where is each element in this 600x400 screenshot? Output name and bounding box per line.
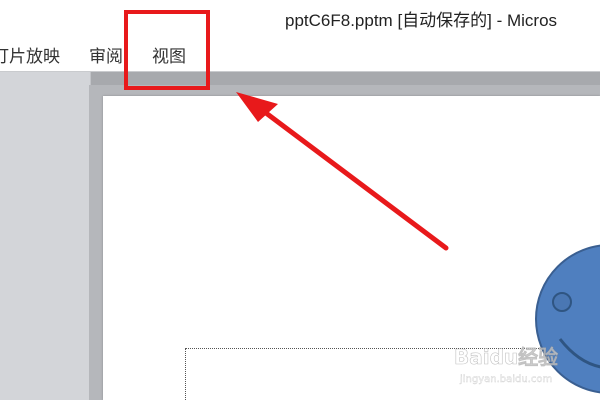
tab-slideshow[interactable]: 灯片放映 (0, 42, 60, 67)
smiley-face-circle (535, 244, 600, 394)
window-title: pptC6F8.pptm [自动保存的] - Micros (285, 11, 558, 30)
powerpoint-window: pptC6F8.pptm [自动保存的] - Micros 灯片放映 审阅 视图… (0, 0, 600, 400)
smiley-eye-left (552, 292, 572, 312)
tab-review[interactable]: 审阅 (89, 42, 123, 67)
smiley-shape[interactable] (535, 244, 600, 394)
tab-view[interactable]: 视图 (152, 42, 186, 67)
title-ribbon-area: pptC6F8.pptm [自动保存的] - Micros 灯片放映 审阅 视图 (0, 0, 600, 72)
slide-thumbnail-pane[interactable] (0, 72, 91, 400)
